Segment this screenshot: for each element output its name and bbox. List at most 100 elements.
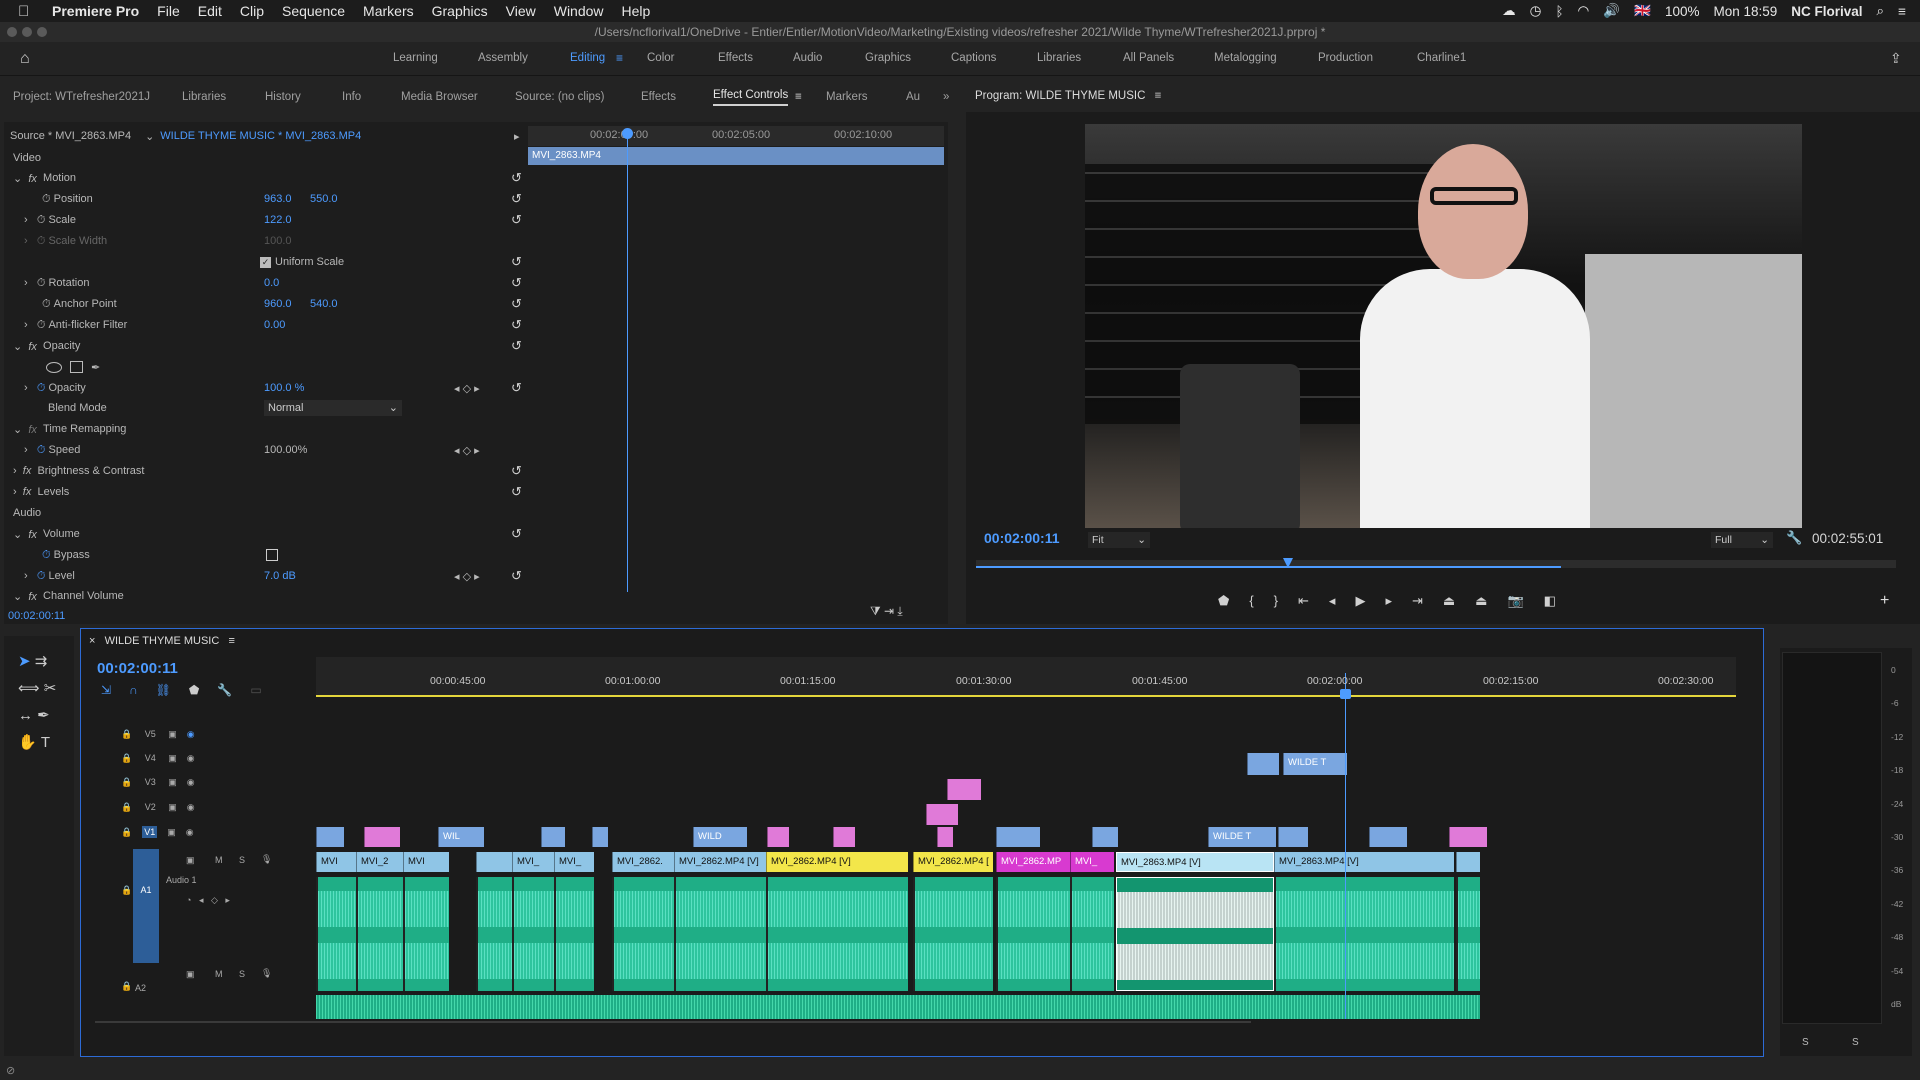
resolution-select[interactable]: Full ⌄ xyxy=(1711,532,1773,548)
a1-clip[interactable] xyxy=(554,877,594,991)
anchor-x-value[interactable]: 960.0 xyxy=(264,298,292,310)
workspace-assembly[interactable]: Assembly xyxy=(478,52,528,64)
audio-track-name[interactable]: Audio 1 xyxy=(166,875,197,885)
time-remap-row[interactable]: ⌄ fx Time Remapping xyxy=(13,419,523,439)
keyframe-nav-icon[interactable]: ◂ ◇ ▸ xyxy=(454,382,480,395)
sync-icon[interactable]: ▣ xyxy=(168,753,177,763)
reset-icon[interactable]: ↺ xyxy=(511,526,522,542)
timeline-tab[interactable]: × WILDE THYME MUSIC ≡ xyxy=(89,635,235,647)
battery-percent[interactable]: 100% xyxy=(1665,4,1700,19)
a1-clip[interactable] xyxy=(356,877,403,991)
rotation-value[interactable]: 0.0 xyxy=(264,277,279,289)
workspace-audio[interactable]: Audio xyxy=(793,52,822,64)
extract-icon[interactable]: ⏏ xyxy=(1475,593,1507,608)
v2-clip[interactable] xyxy=(767,827,789,847)
ellipse-mask-icon[interactable] xyxy=(46,361,62,373)
keyframe-nav-icon[interactable]: ◂ ◇ ▸ xyxy=(454,570,480,583)
v1-clip[interactable]: MVI xyxy=(316,852,356,872)
menu-icon[interactable]: ≡ xyxy=(1898,4,1906,19)
wrench-icon[interactable]: 🔧 xyxy=(1786,530,1802,546)
timeline-timecode[interactable]: 00:02:00:11 xyxy=(97,660,178,677)
eye-icon[interactable]: ◉ xyxy=(187,753,195,763)
program-timecode[interactable]: 00:02:00:11 xyxy=(984,530,1060,546)
a1-clip[interactable] xyxy=(766,877,908,991)
reset-icon[interactable]: ↺ xyxy=(511,484,522,500)
v1-clip[interactable]: MVI_2863.MP4 [V] xyxy=(1274,852,1454,872)
program-video-frame[interactable] xyxy=(1085,124,1802,528)
minimize-window-button[interactable] xyxy=(22,27,32,37)
meter-solo-right[interactable]: S xyxy=(1852,1037,1859,1048)
effect-ruler[interactable]: 00:02:00:00 00:02:05:00 00:02:10:00 xyxy=(528,126,944,146)
eye-icon[interactable]: ◉ xyxy=(187,777,195,787)
selection-tool-icon[interactable]: ➤ xyxy=(18,653,31,670)
tab-history[interactable]: History xyxy=(265,91,301,103)
a1-clip[interactable] xyxy=(674,877,766,991)
flag-icon[interactable]: 🇬🇧 xyxy=(1634,3,1651,19)
solo-button[interactable]: S xyxy=(239,855,245,865)
reset-icon[interactable]: ↺ xyxy=(511,212,522,228)
go-to-out-icon[interactable]: ⇥ xyxy=(1412,593,1443,608)
menu-sequence[interactable]: Sequence xyxy=(282,3,345,19)
pen-tool-icon[interactable]: ✒ xyxy=(37,707,50,724)
mute-button[interactable]: M xyxy=(215,855,223,865)
cloud-icon[interactable]: ☁ xyxy=(1502,3,1516,19)
position-x-value[interactable]: 963.0 xyxy=(264,193,292,205)
a1-clip[interactable] xyxy=(996,877,1070,991)
add-marker-icon[interactable]: ⬟ xyxy=(1218,593,1249,608)
bluetooth-icon[interactable]: ᛒ xyxy=(1555,4,1563,19)
timeline-playhead[interactable] xyxy=(1345,673,1346,1019)
channel-volume-row[interactable]: ⌄ fx Channel Volume xyxy=(13,586,523,606)
type-tool-icon[interactable]: T xyxy=(41,734,50,751)
level-value[interactable]: 7.0 dB xyxy=(264,570,296,582)
sync-icon[interactable]: ▣ xyxy=(168,777,177,787)
home-icon[interactable]: ⌂ xyxy=(20,50,30,68)
tab-media-browser[interactable]: Media Browser xyxy=(401,91,478,103)
a1-clip[interactable] xyxy=(403,877,449,991)
rectangle-mask-icon[interactable] xyxy=(70,361,83,373)
track-label[interactable]: A1 xyxy=(133,849,159,963)
sequence-clip-label[interactable]: WILDE THYME MUSIC * MVI_2863.MP4 xyxy=(160,130,361,142)
sync-icon[interactable]: ▣ xyxy=(168,729,177,739)
brightness-row[interactable]: › fx Brightness & Contrast ↺ xyxy=(13,461,523,481)
sync-icon[interactable]: ▣ xyxy=(186,969,195,980)
menu-window[interactable]: Window xyxy=(554,3,604,19)
reset-icon[interactable]: ↺ xyxy=(511,463,522,479)
insert-nested-icon[interactable]: ⇲ xyxy=(101,683,129,697)
timeline-settings-icon[interactable]: 🔧 xyxy=(217,683,250,697)
more-tabs-icon[interactable]: » xyxy=(943,91,949,103)
workspace-menu-icon[interactable]: ≡ xyxy=(616,51,623,65)
tab-audio[interactable]: Au xyxy=(906,91,920,103)
reset-icon[interactable]: ↺ xyxy=(511,568,522,584)
reset-icon[interactable]: ↺ xyxy=(511,191,522,207)
tab-project[interactable]: Project: WTrefresher2021J xyxy=(13,91,150,103)
menu-view[interactable]: View xyxy=(506,3,536,19)
search-icon[interactable]: ⌕ xyxy=(1877,3,1885,19)
v5-clip[interactable]: WILDE T xyxy=(1283,753,1347,775)
app-menu[interactable]: Premiere Pro xyxy=(52,3,139,19)
play-clip-icon[interactable]: ▸ xyxy=(514,130,520,143)
mark-in-icon[interactable]: { xyxy=(1249,593,1273,608)
linked-selection-icon[interactable]: ⛓ xyxy=(156,683,189,697)
lock-icon[interactable]: 🔒 xyxy=(121,777,132,787)
levels-row[interactable]: › fx Levels ↺ xyxy=(13,482,523,502)
effect-clip-bar[interactable]: MVI_2863.MP4 xyxy=(528,147,944,165)
reset-icon[interactable]: ↺ xyxy=(511,275,522,291)
menu-markers[interactable]: Markers xyxy=(363,3,414,19)
slip-tool-icon[interactable]: ↔ xyxy=(18,707,33,724)
timeline-zoom-scrollbar[interactable] xyxy=(95,1021,1251,1023)
wifi-icon[interactable]: ◠ xyxy=(1578,3,1590,19)
step-forward-icon[interactable]: ▸ xyxy=(1385,593,1412,608)
menu-help[interactable]: Help xyxy=(622,3,651,19)
lock-icon[interactable]: 🔒 xyxy=(121,802,132,812)
sync-icon[interactable]: ▣ xyxy=(186,855,195,866)
tab-effect-controls[interactable]: Effect Controls xyxy=(713,89,789,106)
comparison-view-icon[interactable]: ◧ xyxy=(1544,593,1576,608)
v1-clip[interactable]: MVI_2862.MP4 [ xyxy=(913,852,993,872)
pen-mask-icon[interactable]: ✒ xyxy=(91,361,100,374)
zoom-window-button[interactable] xyxy=(37,27,47,37)
microphone-icon[interactable]: 🎙 xyxy=(261,968,272,979)
v4-clip[interactable] xyxy=(947,779,981,800)
v1-clip[interactable] xyxy=(476,852,512,872)
snap-icon[interactable]: ∩ xyxy=(129,683,156,697)
v2-clip[interactable]: WIL xyxy=(438,827,484,847)
